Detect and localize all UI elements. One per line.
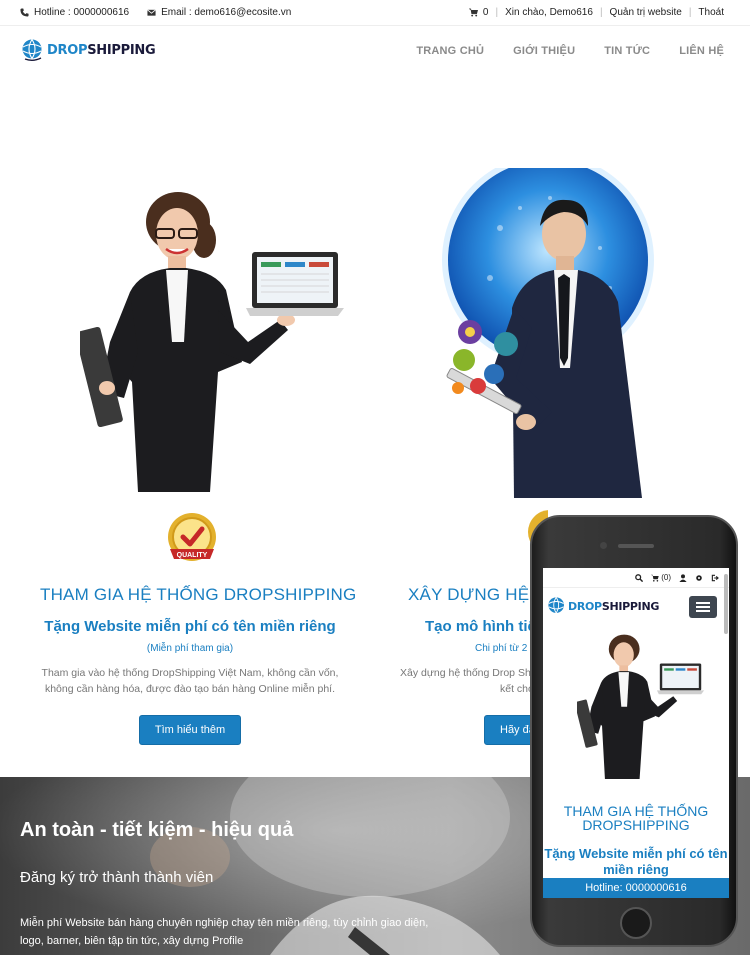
site-logo[interactable]: DROPSHIPPING [22,38,156,62]
mobile-logo[interactable]: DROPSHIPPING [548,596,659,616]
mobile-hotline-bar[interactable]: Hotline: 0000000616 [543,878,729,898]
logo-text-drop: DROP [47,42,88,58]
feature-description: Tham gia vào hệ thống DropShipping Việt … [40,665,340,697]
nav-news[interactable]: TIN TỨC [604,45,650,57]
phone-home-button [620,907,652,939]
gear-icon[interactable] [695,574,703,582]
nav-home[interactable]: TRANG CHỦ [416,45,484,57]
banner-subtitle: Đăng ký trở thành thành viên [20,869,214,886]
nav-contact[interactable]: LIÊN HỆ [679,45,724,57]
phone-mockup: (0) DROPSHIPPING THAM GIA HỆ THỐNG DROPS… [530,515,738,947]
mobile-scrollbar[interactable] [724,574,728,634]
mobile-top-bar: (0) [543,568,729,588]
businesswoman-image [80,192,344,492]
mobile-cart-count: (0) [661,573,671,582]
divider: | [688,7,692,18]
mobile-businesswoman-image [577,634,705,780]
phone-screen: (0) DROPSHIPPING THAM GIA HỆ THỐNG DROPS… [543,568,729,898]
phone-speaker [618,544,654,548]
feature-desc-line-2: không cần hàng hóa, được đào tạo bán hàn… [44,683,336,695]
hotline-item[interactable]: Hotline : 0000000616 [20,7,129,18]
hamburger-menu-button[interactable] [689,596,717,618]
nav-about[interactable]: GIỚI THIỆU [513,45,575,57]
quality-badge-text: QUALITY [177,552,208,559]
admin-link[interactable]: Quản trị website [610,7,682,18]
globe-logo-icon [22,39,42,61]
cart-link[interactable]: 0 [468,7,489,18]
top-bar: Hotline : 0000000616 Email : demo616@eco… [0,0,750,26]
feature-desc-line-1: Tham gia vào hệ thống DropShipping Việt … [41,667,339,679]
envelope-icon [147,9,156,16]
feature-column-1: THAM GIA HỆ THỐNG DROPSHIPPING Tặng Webs… [40,585,357,745]
header: DROPSHIPPING TRANG CHỦ GIỚI THIỆU TIN TỨ… [0,26,750,78]
globe-logo-icon [548,597,564,614]
cart-icon [651,574,659,582]
cart-icon [468,8,478,17]
sign-out-icon[interactable] [711,574,719,582]
phone-camera [600,542,607,549]
greeting-link[interactable]: Xin chào, Demo616 [505,7,593,18]
mobile-feature-subtitle: Tặng Website miễn phí có tên miền riêng [544,846,728,877]
main-nav: TRANG CHỦ GIỚI THIỆU TIN TỨC LIÊN HỆ [416,45,724,57]
feature-subtitle: Tặng Website miễn phí có tên miền riêng [44,618,336,635]
divider: | [599,7,603,18]
mobile-header: DROPSHIPPING [543,588,729,624]
cart-count: 0 [482,7,489,18]
feature-title: THAM GIA HỆ THỐNG DROPSHIPPING [40,585,357,604]
email-item[interactable]: Email : demo616@ecosite.vn [147,7,291,18]
feature-note: (Miễn phí tham gia) [146,643,234,654]
email-text: Email : demo616@ecosite.vn [161,7,292,18]
mobile-cart-link[interactable]: (0) [651,573,671,582]
divider: | [495,7,499,18]
banner-title: An toàn - tiết kiệm - hiệu quả [20,819,294,841]
learn-more-button[interactable]: Tìm hiểu thêm [138,715,242,745]
mobile-feature-title: THAM GIA HỆ THỐNG DROPSHIPPING [563,803,709,833]
mobile-logo-text: DROPSHIPPING [568,600,659,613]
businessman-globe-image [442,168,654,498]
search-icon[interactable] [635,573,644,582]
phone-icon [20,8,29,17]
hotline-text: Hotline : 0000000616 [34,7,130,18]
quality-badge-icon: QUALITY [168,513,216,561]
user-icon[interactable] [679,573,687,582]
logo-text: DROPSHIPPING [47,42,156,58]
page: Hotline : 0000000616 Email : demo616@eco… [0,0,750,955]
logout-link[interactable]: Thoát [698,7,724,18]
logo-text-shipping: SHIPPING [601,599,660,613]
banner-text: Miễn phí Website bán hàng chuyên nghiệp … [20,917,429,947]
logo-text-drop: DROP [568,599,602,613]
logo-text-shipping: SHIPPING [87,42,156,58]
